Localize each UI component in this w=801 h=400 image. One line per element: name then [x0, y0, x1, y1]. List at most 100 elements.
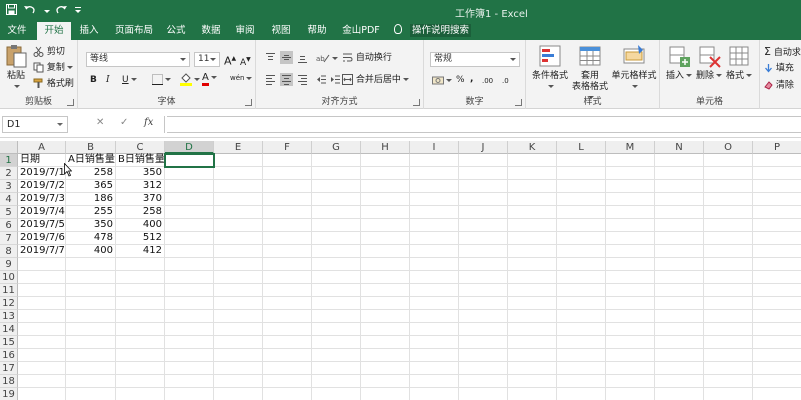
cell-e10[interactable]: [214, 271, 263, 284]
cell-g13[interactable]: [312, 310, 361, 323]
cell-h10[interactable]: [361, 271, 410, 284]
cell-o6[interactable]: [704, 219, 753, 232]
cell-l18[interactable]: [557, 375, 606, 388]
cell-l2[interactable]: [557, 167, 606, 180]
cell-h16[interactable]: [361, 349, 410, 362]
cell-o9[interactable]: [704, 258, 753, 271]
cell-b13[interactable]: [66, 310, 116, 323]
cell-m8[interactable]: [606, 245, 655, 258]
cell-g12[interactable]: [312, 297, 361, 310]
cell-b12[interactable]: [66, 297, 116, 310]
cell-h3[interactable]: [361, 180, 410, 193]
cell-e16[interactable]: [214, 349, 263, 362]
customize-qat-icon[interactable]: [74, 3, 82, 19]
column-header-c[interactable]: C: [116, 141, 165, 154]
cell-h18[interactable]: [361, 375, 410, 388]
cell-a4[interactable]: 2019/7/3: [18, 193, 66, 206]
cell-c15[interactable]: [116, 336, 165, 349]
column-header-i[interactable]: I: [410, 141, 459, 154]
cell-e19[interactable]: [214, 388, 263, 400]
cell-c13[interactable]: [116, 310, 165, 323]
cell-styles-button[interactable]: 单元格样式: [610, 43, 658, 93]
cell-i15[interactable]: [410, 336, 459, 349]
delete-cells-button[interactable]: 删除: [694, 43, 724, 82]
column-header-k[interactable]: K: [508, 141, 557, 154]
cell-b19[interactable]: [66, 388, 116, 400]
cell-m1[interactable]: [606, 154, 655, 167]
cell-k6[interactable]: [508, 219, 557, 232]
row-header-6[interactable]: 6: [0, 219, 18, 232]
cell-e3[interactable]: [214, 180, 263, 193]
cell-c19[interactable]: [116, 388, 165, 400]
cell-o1[interactable]: [704, 154, 753, 167]
cell-h17[interactable]: [361, 362, 410, 375]
cell-o16[interactable]: [704, 349, 753, 362]
cell-i16[interactable]: [410, 349, 459, 362]
cell-f5[interactable]: [263, 206, 312, 219]
cell-a5[interactable]: 2019/7/4: [18, 206, 66, 219]
cell-l5[interactable]: [557, 206, 606, 219]
tab-home[interactable]: 开始: [37, 22, 71, 40]
cell-n17[interactable]: [655, 362, 704, 375]
cell-j14[interactable]: [459, 323, 508, 336]
cell-n3[interactable]: [655, 180, 704, 193]
cell-b10[interactable]: [66, 271, 116, 284]
cell-f3[interactable]: [263, 180, 312, 193]
row-header-3[interactable]: 3: [0, 180, 18, 193]
cell-d19[interactable]: [165, 388, 214, 400]
cell-m7[interactable]: [606, 232, 655, 245]
cell-b9[interactable]: [66, 258, 116, 271]
cell-l1[interactable]: [557, 154, 606, 167]
cell-p15[interactable]: [753, 336, 801, 349]
cell-a15[interactable]: [18, 336, 66, 349]
cell-b18[interactable]: [66, 375, 116, 388]
accounting-format-button[interactable]: [432, 75, 452, 87]
cell-h1[interactable]: [361, 154, 410, 167]
cell-h19[interactable]: [361, 388, 410, 400]
column-header-b[interactable]: B: [66, 141, 116, 154]
cell-a8[interactable]: 2019/7/7: [18, 245, 66, 258]
cell-c16[interactable]: [116, 349, 165, 362]
cell-l14[interactable]: [557, 323, 606, 336]
tab-help[interactable]: 帮助: [302, 22, 332, 40]
grow-font-button[interactable]: A▲: [224, 53, 236, 67]
cell-n11[interactable]: [655, 284, 704, 297]
cell-k5[interactable]: [508, 206, 557, 219]
cell-o12[interactable]: [704, 297, 753, 310]
cell-a19[interactable]: [18, 388, 66, 400]
row-header-4[interactable]: 4: [0, 193, 18, 206]
cell-p14[interactable]: [753, 323, 801, 336]
cell-m6[interactable]: [606, 219, 655, 232]
cell-c6[interactable]: 400: [116, 219, 165, 232]
column-header-h[interactable]: H: [361, 141, 410, 154]
cell-p9[interactable]: [753, 258, 801, 271]
cell-f8[interactable]: [263, 245, 312, 258]
cell-f12[interactable]: [263, 297, 312, 310]
paste-button[interactable]: 粘贴: [3, 43, 29, 93]
cell-n9[interactable]: [655, 258, 704, 271]
cell-g9[interactable]: [312, 258, 361, 271]
enter-icon[interactable]: ✓: [120, 117, 128, 128]
cell-n18[interactable]: [655, 375, 704, 388]
cell-i3[interactable]: [410, 180, 459, 193]
cell-c17[interactable]: [116, 362, 165, 375]
cell-m5[interactable]: [606, 206, 655, 219]
cell-g6[interactable]: [312, 219, 361, 232]
cell-p17[interactable]: [753, 362, 801, 375]
wrap-text-button[interactable]: 自动换行: [342, 52, 392, 64]
cell-l16[interactable]: [557, 349, 606, 362]
cell-d12[interactable]: [165, 297, 214, 310]
merge-center-button[interactable]: 合并后居中: [342, 74, 409, 86]
cancel-icon[interactable]: ✕: [96, 117, 104, 128]
cell-b4[interactable]: 186: [66, 193, 116, 206]
cell-p18[interactable]: [753, 375, 801, 388]
row-header-12[interactable]: 12: [0, 297, 18, 310]
cell-e17[interactable]: [214, 362, 263, 375]
cell-i14[interactable]: [410, 323, 459, 336]
borders-button[interactable]: [152, 74, 171, 86]
cell-m10[interactable]: [606, 271, 655, 284]
cell-l19[interactable]: [557, 388, 606, 400]
cell-d14[interactable]: [165, 323, 214, 336]
cell-f1[interactable]: [263, 154, 312, 167]
cell-i17[interactable]: [410, 362, 459, 375]
